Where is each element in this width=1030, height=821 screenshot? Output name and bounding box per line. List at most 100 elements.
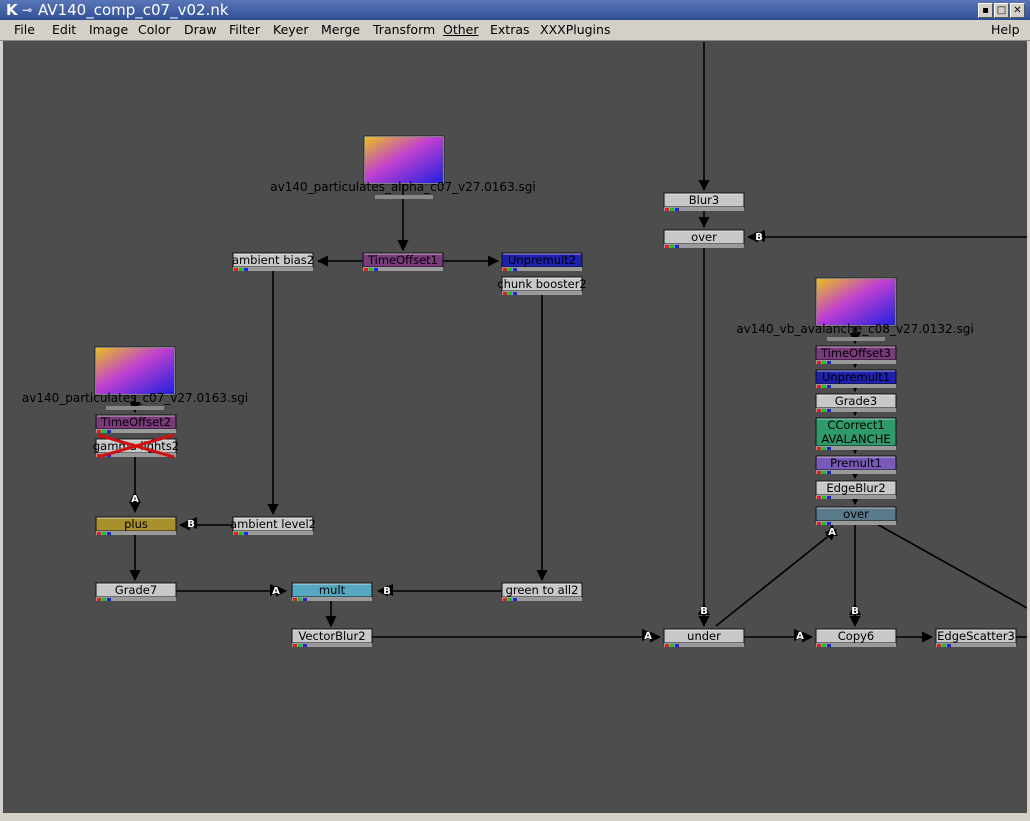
node-graph-canvas[interactable]: A B A B B A B A A B av140_particulates_alpha_c07_… xyxy=(3,41,1027,813)
minimize-button[interactable]: ▪ xyxy=(978,3,993,18)
read-node-read_alpha[interactable]: av140_particulates_alpha_c07_v27.0163.sg… xyxy=(270,135,536,199)
node-chunk_booster2[interactable]: chunk booster2 xyxy=(497,276,587,295)
channel-blue xyxy=(827,644,831,647)
channel-green xyxy=(822,522,826,525)
channel-green xyxy=(670,208,674,211)
node-label: over xyxy=(843,507,869,521)
channel-green xyxy=(508,268,512,271)
title-bar[interactable]: K ⊸ AV140_comp_c07_v02.nk ▪ □ ✕ xyxy=(0,0,1030,20)
node-edgescatter3[interactable]: EdgeScatter3 xyxy=(935,628,1017,647)
read-thumbnail[interactable] xyxy=(365,137,443,183)
graph-edge xyxy=(715,529,837,627)
node-timeoffset3[interactable]: TimeOffset3 xyxy=(815,345,897,364)
menu-color[interactable]: Color xyxy=(138,22,171,37)
channel-red xyxy=(817,409,821,412)
channel-red xyxy=(817,447,821,450)
channel-blue xyxy=(675,208,679,211)
node-plus[interactable]: plus xyxy=(95,516,177,535)
menu-filter[interactable]: Filter xyxy=(229,22,260,37)
node-green_to_all2[interactable]: green to all2 xyxy=(501,582,583,601)
maximize-button[interactable]: □ xyxy=(994,3,1009,18)
node-vectorblur2[interactable]: VectorBlur2 xyxy=(291,628,373,647)
node-unpremult2[interactable]: Unpremult2 xyxy=(501,252,583,271)
read-node-read_part[interactable]: av140_particulates_c07_v27.0163.sgi xyxy=(22,346,248,410)
menu-transform[interactable]: Transform xyxy=(373,22,435,37)
menu-xxxplugins[interactable]: XXXPlugins xyxy=(540,22,610,37)
node-mult[interactable]: mult xyxy=(291,582,373,601)
channel-blue xyxy=(107,430,111,433)
input-tag-a[interactable]: A xyxy=(794,629,807,642)
channel-blue xyxy=(827,409,831,412)
input-tag-b[interactable]: B xyxy=(752,230,765,243)
menu-draw[interactable]: Draw xyxy=(184,22,217,37)
node-label: TimeOffset3 xyxy=(820,346,891,360)
node-label: Grade7 xyxy=(115,583,157,597)
menu-help[interactable]: Help xyxy=(991,22,1020,37)
input-letter: B xyxy=(187,519,195,530)
channel-blue xyxy=(827,471,831,474)
node-grade7[interactable]: Grade7 xyxy=(95,582,177,601)
close-button[interactable]: ✕ xyxy=(1010,3,1025,18)
input-tag-b[interactable]: B xyxy=(849,603,861,617)
node-gamma_lights2[interactable]: gamma lights2 xyxy=(93,433,179,459)
node-over_aval[interactable]: over xyxy=(815,506,897,525)
channel-red xyxy=(665,245,669,248)
kde-logo-icon[interactable]: K xyxy=(6,1,18,19)
channel-red xyxy=(234,268,238,271)
node-premult1[interactable]: Premult1 xyxy=(815,455,897,474)
channel-green xyxy=(822,385,826,388)
channel-green xyxy=(239,532,243,535)
node-under[interactable]: under xyxy=(663,628,745,647)
input-tag-b[interactable]: B xyxy=(698,603,710,617)
node-ambient_bias2[interactable]: ambient bias2 xyxy=(232,252,314,271)
node-ambient_level2[interactable]: ambient level2 xyxy=(230,516,316,535)
input-letter: A xyxy=(131,494,139,505)
node-ccorrect1[interactable]: CCorrect1AVALANCHE xyxy=(815,417,897,450)
menu-file[interactable]: File xyxy=(14,22,35,37)
read-thumbnail[interactable] xyxy=(96,348,174,394)
input-letter: B xyxy=(700,606,708,617)
channel-red xyxy=(97,430,101,433)
node-label: CCorrect1 xyxy=(827,418,884,432)
node-unpremult1[interactable]: Unpremult1 xyxy=(815,369,897,388)
graph-edge xyxy=(874,522,1027,609)
node-over_top[interactable]: over xyxy=(663,229,745,248)
read-node-read_aval[interactable]: av140_vb_avalanche_c08_v27.0132.sgi xyxy=(736,277,974,341)
node-timeoffset1[interactable]: TimeOffset1 xyxy=(362,252,444,271)
input-letter: A xyxy=(796,631,804,642)
node-grade3[interactable]: Grade3 xyxy=(815,393,897,412)
read-thumbnail[interactable] xyxy=(817,279,895,325)
channel-green xyxy=(508,292,512,295)
channel-blue xyxy=(513,292,517,295)
input-tag-a[interactable]: A xyxy=(826,524,838,538)
input-letter: B xyxy=(755,232,763,243)
menu-extras[interactable]: Extras xyxy=(490,22,530,37)
node-graph[interactable]: A B A B B A B A A B av140_particulates_alpha_c07_… xyxy=(3,41,1027,813)
node-label: Unpremult2 xyxy=(508,253,576,267)
node-edgeblur2[interactable]: EdgeBlur2 xyxy=(815,480,897,499)
input-tag-a[interactable]: A xyxy=(270,584,283,597)
input-tag-a[interactable]: A xyxy=(642,629,655,642)
channel-green xyxy=(822,644,826,647)
channel-green xyxy=(508,598,512,601)
menu-edit[interactable]: Edit xyxy=(52,22,76,37)
input-tag-b[interactable]: B xyxy=(184,517,197,530)
node-label: VectorBlur2 xyxy=(298,629,365,643)
node-timeoffset2[interactable]: TimeOffset2 xyxy=(95,414,177,433)
menu-other[interactable]: Other xyxy=(443,22,479,37)
channel-green xyxy=(822,496,826,499)
node-blur3[interactable]: Blur3 xyxy=(663,192,745,211)
pin-icon[interactable]: ⊸ xyxy=(22,1,32,19)
channel-red xyxy=(293,598,297,601)
read-filename: av140_particulates_alpha_c07_v27.0163.sg… xyxy=(270,180,535,194)
menu-keyer[interactable]: Keyer xyxy=(273,22,309,37)
node-copy6[interactable]: Copy6 xyxy=(815,628,897,647)
channel-blue xyxy=(374,268,378,271)
menu-image[interactable]: Image xyxy=(89,22,128,37)
menu-merge[interactable]: Merge xyxy=(321,22,360,37)
channel-red xyxy=(665,208,669,211)
input-tag-a[interactable]: A xyxy=(129,491,141,505)
input-tag-b[interactable]: B xyxy=(380,584,393,597)
node-label: ambient level2 xyxy=(230,517,316,531)
node-label: ambient bias2 xyxy=(232,253,314,267)
